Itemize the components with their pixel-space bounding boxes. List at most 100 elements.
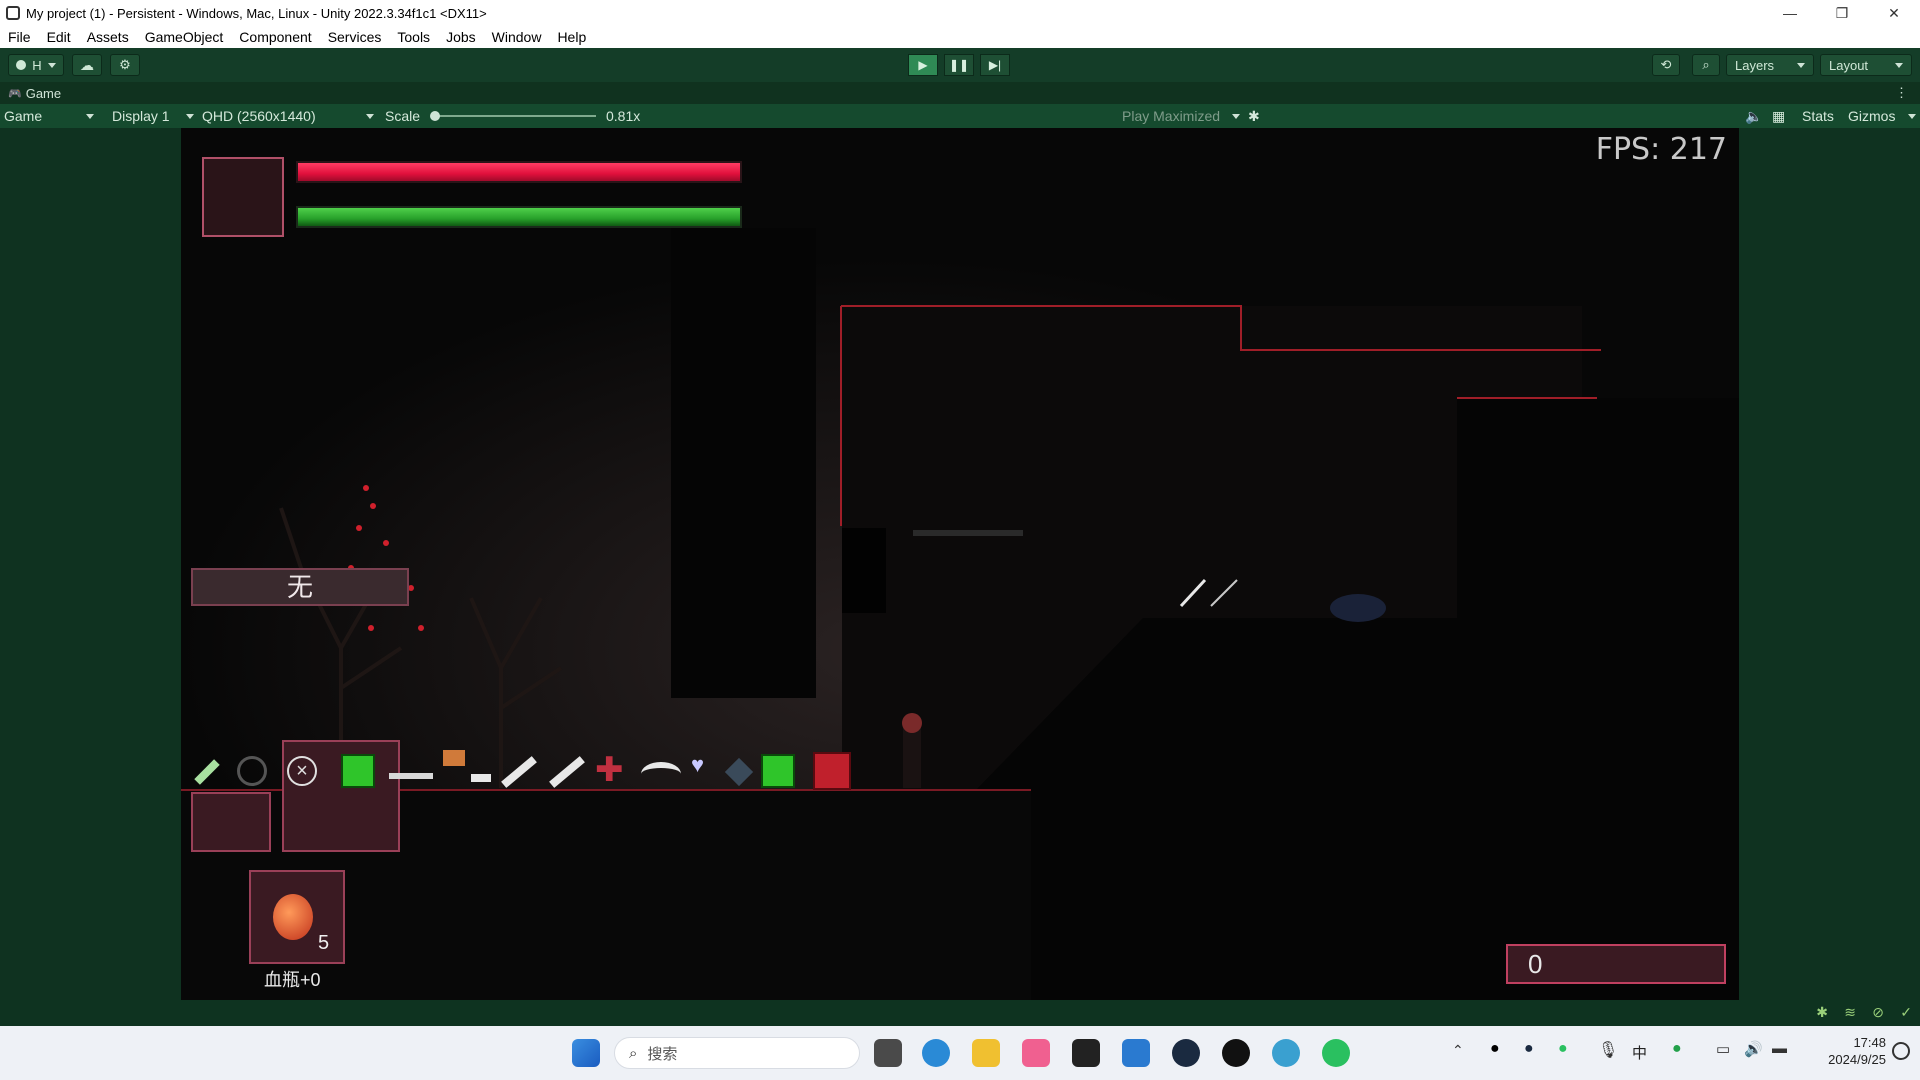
menu-jobs[interactable]: Jobs: [438, 29, 484, 45]
cube-app-icon[interactable]: [874, 1039, 902, 1067]
clock[interactable]: 17:48 2024/9/25: [1806, 1034, 1886, 1068]
microphone-icon[interactable]: 🎙: [1598, 1040, 1618, 1060]
game-tab[interactable]: 🎮 Game: [8, 86, 61, 101]
qq-icon[interactable]: [1222, 1039, 1250, 1067]
close-button[interactable]: ✕: [1868, 0, 1920, 26]
layers-label: Layers: [1735, 57, 1775, 73]
menu-tools[interactable]: Tools: [389, 29, 438, 45]
equip-slot[interactable]: [191, 792, 271, 852]
menu-file[interactable]: File: [0, 29, 39, 45]
menu-edit[interactable]: Edit: [39, 29, 79, 45]
windows-taskbar: ⌕ 搜索 ⌃ ● ● ● 🎙 中 ● ▭ 🔊 ▬ 17:48 2024/9/25: [0, 1026, 1920, 1080]
chevron-down-icon: [186, 114, 194, 119]
potion-slot[interactable]: [249, 870, 345, 964]
menu-help[interactable]: Help: [549, 29, 594, 45]
ramp: [976, 618, 1739, 1000]
restore-button[interactable]: ❐: [1816, 0, 1868, 26]
display-dropdown[interactable]: Display 1: [112, 104, 194, 128]
layers-dropdown[interactable]: Layers: [1726, 54, 1814, 76]
steam-tray-icon[interactable]: ●: [1524, 1040, 1534, 1058]
game-tab-strip: 🎮 Game ⋮: [0, 82, 1920, 104]
cloud-button[interactable]: ☁: [72, 54, 102, 76]
menu-services[interactable]: Services: [320, 29, 390, 45]
bullet-item-icon: [471, 774, 491, 782]
display-label: Display 1: [112, 108, 170, 124]
menu-window[interactable]: Window: [484, 29, 550, 45]
wechat-tray-icon[interactable]: ●: [1558, 1040, 1568, 1058]
gamepad-icon: 🎮: [8, 87, 22, 100]
search-icon: ⌕: [1702, 57, 1710, 72]
taskbar-search[interactable]: ⌕ 搜索: [614, 1037, 860, 1069]
pause-button[interactable]: ❚❚: [944, 54, 974, 76]
green-tray-icon[interactable]: ●: [1672, 1040, 1682, 1058]
scale-value: 0.81x: [606, 108, 641, 124]
dark-block: [842, 528, 886, 613]
collab-button[interactable]: ⚙: [110, 54, 140, 76]
bug-button[interactable]: ✱: [1248, 104, 1268, 128]
green-box-item-icon: [761, 754, 795, 788]
menu-component[interactable]: Component: [231, 29, 319, 45]
history-button[interactable]: ⟲: [1652, 54, 1680, 76]
layers-status-icon[interactable]: ≋: [1844, 1004, 1856, 1021]
search-button[interactable]: ⌕: [1692, 54, 1720, 76]
scale-slider-handle[interactable]: [430, 111, 440, 121]
minimize-button[interactable]: —: [1764, 0, 1816, 26]
chevron-down-icon: [1232, 114, 1240, 119]
score-box: 0: [1506, 944, 1726, 984]
menu-assets[interactable]: Assets: [79, 29, 137, 45]
battery-icon[interactable]: ▬: [1772, 1040, 1787, 1057]
file-explorer-icon[interactable]: [972, 1039, 1000, 1067]
grid-button[interactable]: ▦: [1772, 104, 1792, 128]
unity-hub-icon[interactable]: [1072, 1039, 1100, 1067]
wechat-icon[interactable]: [1322, 1039, 1350, 1067]
qq-tray-icon[interactable]: ●: [1490, 1040, 1500, 1058]
play-icon: ▶: [918, 58, 928, 72]
step-button[interactable]: ▶|: [980, 54, 1010, 76]
chevron-up-icon[interactable]: ⌃: [1452, 1042, 1464, 1059]
account-button[interactable]: H: [8, 54, 64, 76]
health-bar: [296, 161, 742, 183]
crescent-item-icon: [641, 762, 681, 786]
red-cross-item-icon: ✚: [595, 751, 624, 789]
play-mode-dropdown[interactable]: Play Maximized: [1122, 104, 1240, 128]
steam-icon[interactable]: [1172, 1039, 1200, 1067]
debug-icon[interactable]: ✱: [1816, 1004, 1828, 1021]
chevron-down-icon: [1895, 62, 1903, 68]
scale-label: Scale: [385, 108, 421, 124]
ime-indicator[interactable]: 中: [1632, 1042, 1647, 1063]
stats-button[interactable]: Stats: [1802, 104, 1834, 128]
layout-dropdown[interactable]: Layout: [1820, 54, 1912, 76]
gizmos-label: Gizmos: [1848, 108, 1896, 124]
scale-slider[interactable]: [430, 104, 600, 128]
skill-name-box: 无: [191, 568, 409, 606]
gear-icon: ⚙: [119, 57, 131, 72]
menu-gameobject[interactable]: GameObject: [137, 29, 232, 45]
unity-logo-icon: [6, 6, 20, 20]
chevron-down-icon: [1797, 62, 1805, 68]
pillar-block: [671, 228, 816, 698]
search-icon: ⌕: [629, 1044, 638, 1062]
resolution-dropdown[interactable]: QHD (2560x1440): [202, 104, 374, 128]
heart-item-icon: ♥: [691, 752, 705, 777]
gizmos-dropdown[interactable]: Gizmos: [1848, 104, 1916, 128]
edge-browser-icon[interactable]: [922, 1039, 950, 1067]
windows-start-icon[interactable]: [572, 1039, 600, 1067]
game-view[interactable]: FPS: 217 无 × ✚ ♥ 5 血瓶+0 0: [181, 128, 1739, 1000]
mute-audio-button[interactable]: 🔈: [1745, 104, 1765, 128]
notification-icon[interactable]: [1892, 1042, 1910, 1060]
network-icon[interactable]: ▭: [1716, 1040, 1730, 1058]
vscode-icon[interactable]: [1122, 1039, 1150, 1067]
potion-count: 5: [318, 932, 330, 954]
network-status-icon[interactable]: ⊘: [1872, 1004, 1884, 1021]
cross-circle-item-icon: ×: [287, 756, 317, 786]
window-title: My project (1) - Persistent - Windows, M…: [26, 5, 487, 21]
volume-icon[interactable]: 🔊: [1744, 1040, 1763, 1058]
check-status-icon[interactable]: ✓: [1900, 1004, 1912, 1021]
chevron-down-icon: [86, 114, 94, 119]
more-options-icon[interactable]: ⋮: [1895, 85, 1908, 101]
play-button[interactable]: ▶: [908, 54, 938, 76]
game-mode-dropdown[interactable]: Game: [4, 104, 98, 128]
bilibili-icon[interactable]: [1022, 1039, 1050, 1067]
layout-label: Layout: [1829, 57, 1869, 73]
edge-dev-icon[interactable]: [1272, 1039, 1300, 1067]
